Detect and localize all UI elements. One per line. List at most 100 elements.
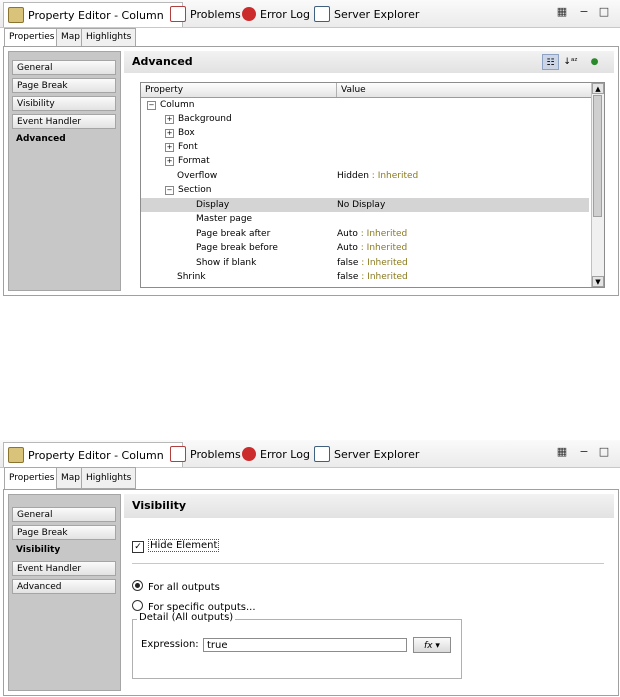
tab-property-editor[interactable]: Property Editor - Column ✕ [3, 442, 184, 467]
section-title: Advanced [124, 51, 614, 73]
expand-icon[interactable]: + [165, 157, 174, 166]
property-name: Column [160, 100, 195, 110]
tree-row[interactable]: − Section [141, 183, 589, 197]
expand-icon[interactable]: + [165, 129, 174, 138]
minimize-icon[interactable]: − [578, 6, 590, 18]
tree-row[interactable]: + Box [141, 126, 589, 140]
sidebar-item-advanced[interactable]: Advanced [12, 132, 116, 147]
property-value: Hidden [337, 171, 369, 181]
inherited-tag: : Inherited [358, 272, 408, 282]
error-log-icon [242, 7, 256, 21]
error-log-icon [242, 447, 256, 461]
visibility-content: Visibility ✓ Hide Element For all outputs… [124, 494, 614, 689]
vertical-scrollbar[interactable]: ▲ ▼ [591, 83, 604, 287]
tree-row[interactable]: Overflow Hidden : Inherited [141, 169, 589, 183]
radio-unselected-icon[interactable] [132, 600, 143, 611]
sort-az-icon[interactable]: ↓ᵃᶻ [562, 54, 579, 70]
tab-label: Problems [190, 447, 241, 461]
tab-properties[interactable]: Properties [4, 28, 60, 48]
tree-row[interactable]: Page break before Auto : Inherited [141, 241, 589, 255]
property-name: Shrink [177, 272, 206, 282]
tab-highlights[interactable]: Highlights [81, 467, 137, 489]
scroll-thumb[interactable] [593, 95, 602, 217]
property-name: Font [178, 142, 198, 152]
tree-header: Property Value [141, 83, 591, 98]
property-value: Auto [337, 229, 358, 239]
tree-row[interactable]: Shrink false : Inherited [141, 270, 589, 284]
collapse-icon[interactable]: − [147, 101, 156, 110]
tree-row[interactable]: + Format [141, 154, 589, 168]
advanced-content: Advanced ☷ ↓ᵃᶻ ● Property Value − Column … [124, 51, 614, 289]
show-local-icon[interactable]: ● [586, 54, 603, 70]
sidebar-item-general[interactable]: General [12, 507, 116, 522]
tab-label: Property Editor - Column [28, 448, 164, 462]
tree-row[interactable]: Show if blank false : Inherited [141, 256, 589, 270]
tree-row-selected[interactable]: Display No Display [141, 198, 589, 212]
property-name: Format [178, 156, 210, 166]
sidebar-item-advanced[interactable]: Advanced [12, 579, 116, 594]
checkbox-checked-icon[interactable]: ✓ [132, 541, 144, 553]
property-sub-tabs: Properties Map Highlights [0, 467, 620, 490]
view-menu-icon[interactable]: ▦ [556, 6, 568, 18]
categorized-view-icon[interactable]: ☷ [542, 54, 559, 70]
tab-error-log[interactable]: Error Log [242, 4, 310, 24]
section-title: Visibility [124, 494, 614, 518]
property-tree[interactable]: Property Value − Column + Background + Box … [140, 82, 605, 288]
tree-row[interactable]: Master page [141, 212, 589, 226]
sidebar-item-general[interactable]: General [12, 60, 116, 75]
expression-input[interactable]: true [203, 638, 407, 652]
tab-problems[interactable]: Problems [170, 444, 241, 464]
tab-properties[interactable]: Properties [4, 467, 60, 490]
property-body: General Page Break Visibility Event Hand… [3, 489, 619, 696]
tab-label: Error Log [260, 447, 310, 461]
sidebar-item-visibility[interactable]: Visibility [12, 543, 116, 558]
expression-label: Expression: [141, 639, 199, 650]
expression-builder-button[interactable]: fx ▾ [413, 637, 451, 653]
tree-row[interactable]: − Column [141, 98, 589, 112]
property-name: Page break after [196, 229, 271, 239]
property-value: Auto [337, 243, 358, 253]
sidebar-item-page-break[interactable]: Page Break [12, 525, 116, 540]
tree-row[interactable]: Page break after Auto : Inherited [141, 227, 589, 241]
sidebar-item-event-handler[interactable]: Event Handler [12, 114, 116, 129]
radio-selected-icon[interactable] [132, 580, 143, 591]
maximize-icon[interactable]: □ [598, 446, 610, 458]
column-header-property[interactable]: Property [141, 83, 337, 97]
minimize-icon[interactable]: − [578, 446, 590, 458]
expand-icon[interactable]: + [165, 143, 174, 152]
tab-problems[interactable]: Problems [170, 4, 241, 24]
tab-server-explorer[interactable]: Server Explorer [314, 444, 419, 464]
maximize-icon[interactable]: □ [598, 6, 610, 18]
tab-property-editor[interactable]: Property Editor - Column ✕ [3, 2, 184, 27]
property-name: Show if blank [196, 258, 257, 268]
column-header-value[interactable]: Value [337, 83, 591, 97]
category-sidebar: General Page Break Visibility Event Hand… [8, 51, 121, 291]
tree-row[interactable]: + Font [141, 140, 589, 154]
radio-all-outputs[interactable]: For all outputs [132, 580, 220, 595]
property-value: false [337, 272, 359, 282]
hide-element-checkbox[interactable]: ✓ Hide Element [132, 539, 220, 553]
scroll-down-icon[interactable]: ▼ [592, 276, 604, 287]
sidebar-item-page-break[interactable]: Page Break [12, 78, 116, 93]
scroll-up-icon[interactable]: ▲ [592, 83, 604, 94]
tab-label: Property Editor - Column [28, 8, 164, 22]
category-sidebar: General Page Break Visibility Event Hand… [8, 494, 121, 691]
tab-label: Error Log [260, 7, 310, 21]
collapse-icon[interactable]: − [165, 186, 174, 195]
property-editor-advanced-panel: Property Editor - Column ✕ Problems Erro… [0, 0, 620, 297]
tab-error-log[interactable]: Error Log [242, 444, 310, 464]
sidebar-item-event-handler[interactable]: Event Handler [12, 561, 116, 576]
tab-label: Server Explorer [334, 7, 420, 21]
property-sub-tabs: Properties Map Highlights [0, 28, 620, 48]
problems-icon [170, 6, 186, 22]
tree-row[interactable]: + Background [141, 112, 589, 126]
sidebar-item-visibility[interactable]: Visibility [12, 96, 116, 111]
tab-server-explorer[interactable]: Server Explorer [314, 4, 419, 24]
detail-group-box: Detail (All outputs) Expression: true fx… [132, 612, 462, 679]
inherited-tag: : Inherited [368, 171, 419, 181]
expand-icon[interactable]: + [165, 115, 174, 124]
view-menu-icon[interactable]: ▦ [556, 446, 568, 458]
tab-highlights[interactable]: Highlights [81, 28, 137, 47]
fx-icon: fx [424, 641, 433, 651]
property-name: Master page [196, 214, 253, 224]
